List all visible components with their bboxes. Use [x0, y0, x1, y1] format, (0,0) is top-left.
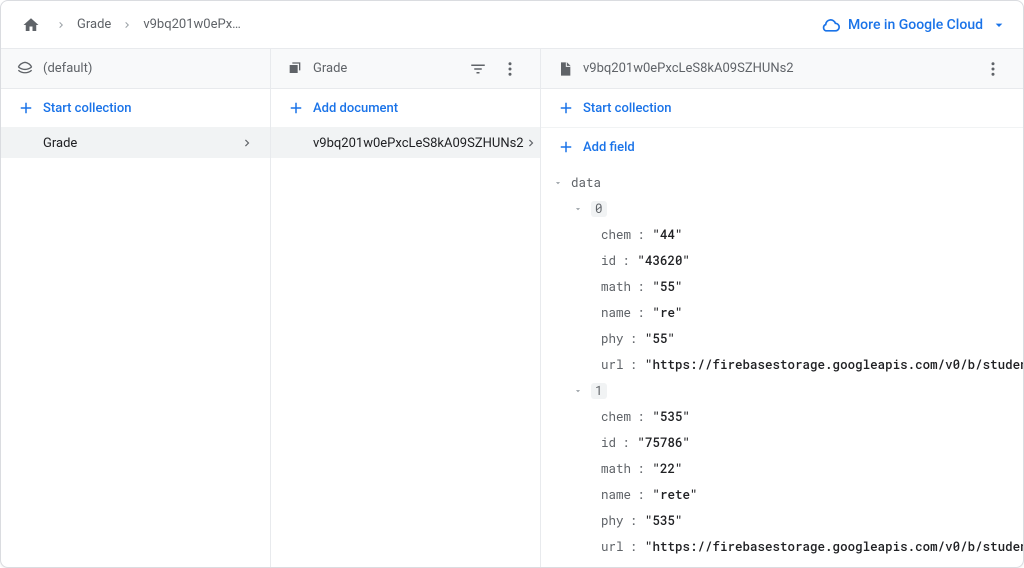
field-value: "44" [653, 227, 683, 243]
documents-list: v9bq201w0ePxcLeS8kA09SZHUNs2 [271, 128, 540, 567]
field-key: chem [601, 227, 631, 243]
add-field-button[interactable]: Add field [541, 128, 1023, 166]
more-icon[interactable] [979, 55, 1007, 83]
start-collection-button[interactable]: Start collection [541, 89, 1023, 128]
field-value: "535" [653, 409, 691, 425]
plus-icon [557, 99, 575, 117]
breadcrumb-separator [121, 19, 133, 31]
list-item-label: v9bq201w0ePxcLeS8kA09SZHUNs2 [313, 136, 524, 151]
field-row[interactable]: phy: "535" [541, 508, 1023, 534]
columns-body: Start collection Grade Add document v9bq… [1, 89, 1023, 567]
twisty-icon[interactable] [571, 386, 585, 396]
field-key: url [601, 357, 624, 373]
field-value: "22" [653, 461, 683, 477]
root-column: Start collection Grade [1, 89, 271, 567]
field-row[interactable]: phy: "55" [541, 326, 1023, 352]
cloud-link-label: More in Google Cloud [848, 17, 983, 33]
field-key: data [571, 175, 601, 191]
chevron-right-icon [524, 136, 538, 150]
field-node[interactable]: data [541, 170, 1023, 196]
root-column-header: (default) [1, 49, 271, 88]
field-value: "https://firebasestorage.googleapis.com/… [645, 357, 1023, 373]
chevron-right-icon [240, 136, 254, 150]
field-row[interactable]: math: "55" [541, 274, 1023, 300]
breadcrumb-collection[interactable]: Grade [77, 17, 111, 32]
field-key: id [601, 435, 616, 451]
array-index-node[interactable]: 1 [541, 378, 1023, 404]
twisty-icon[interactable] [551, 178, 565, 188]
more-in-google-cloud-link[interactable]: More in Google Cloud [820, 15, 1007, 35]
database-icon [17, 61, 33, 77]
add-document-button[interactable]: Add document [271, 89, 540, 128]
field-key: math [601, 461, 631, 477]
cloud-icon [820, 15, 840, 35]
breadcrumb-document[interactable]: v9bq201w0ePx… [143, 17, 241, 32]
columns-header: (default) Grade v9bq201w0ePxcLeS8kA09SZH… [1, 49, 1023, 89]
field-key: math [601, 279, 631, 295]
field-key: name [601, 487, 631, 503]
breadcrumb-bar: Grade v9bq201w0ePx… More in Google Cloud [1, 1, 1023, 49]
collection-column-title: Grade [313, 61, 347, 76]
field-row[interactable]: id: "75786" [541, 430, 1023, 456]
field-key: id [601, 253, 616, 269]
firestore-data-viewer: Grade v9bq201w0ePx… More in Google Cloud… [0, 0, 1024, 568]
plus-icon [287, 99, 305, 117]
list-item[interactable]: Grade [1, 128, 270, 158]
field-value: "https://firebasestorage.googleapis.com/… [645, 539, 1023, 555]
field-key: chem [601, 409, 631, 425]
field-row[interactable]: url: "https://firebasestorage.googleapis… [541, 534, 1023, 560]
chevron-down-icon [991, 17, 1007, 33]
action-label: Start collection [43, 101, 131, 116]
twisty-icon[interactable] [571, 204, 585, 214]
root-column-title: (default) [43, 61, 92, 76]
array-index: 0 [591, 201, 607, 217]
field-row[interactable]: chem: "535" [541, 404, 1023, 430]
field-row[interactable]: name: "rete" [541, 482, 1023, 508]
field-key: url [601, 539, 624, 555]
field-row[interactable]: math: "22" [541, 456, 1023, 482]
field-value: "43620" [638, 253, 691, 269]
field-value: "55" [653, 279, 683, 295]
field-row[interactable]: chem: "44" [541, 222, 1023, 248]
array-index-node[interactable]: 0 [541, 196, 1023, 222]
action-label: Start collection [583, 101, 671, 116]
field-key: phy [601, 331, 624, 347]
collection-column: Add document v9bq201w0ePxcLeS8kA09SZHUNs… [271, 89, 541, 567]
field-row[interactable]: id: "43620" [541, 248, 1023, 274]
list-item[interactable]: v9bq201w0ePxcLeS8kA09SZHUNs2 [271, 128, 540, 158]
action-label: Add document [313, 101, 398, 116]
field-value: "75786" [638, 435, 691, 451]
field-value: "re" [653, 305, 683, 321]
field-value: "55" [645, 331, 675, 347]
collection-icon [287, 61, 303, 77]
field-value: "rete" [653, 487, 698, 503]
start-collection-button[interactable]: Start collection [1, 89, 270, 128]
document-icon [557, 61, 573, 77]
field-key: phy [601, 513, 624, 529]
action-label: Add field [583, 140, 635, 155]
breadcrumb-separator [55, 19, 67, 31]
field-value: "535" [645, 513, 683, 529]
plus-icon [557, 138, 575, 156]
more-icon[interactable] [496, 55, 524, 83]
array-index: 1 [591, 383, 607, 399]
collections-list: Grade [1, 128, 270, 567]
filter-icon[interactable] [464, 55, 492, 83]
home-icon[interactable] [17, 11, 45, 39]
field-row[interactable]: name: "re" [541, 300, 1023, 326]
field-row[interactable]: url: "https://firebasestorage.googleapis… [541, 352, 1023, 378]
collection-column-header: Grade [271, 49, 541, 88]
document-column-title: v9bq201w0ePxcLeS8kA09SZHUNs2 [583, 61, 794, 76]
field-key: name [601, 305, 631, 321]
breadcrumb: Grade v9bq201w0ePx… [17, 11, 241, 39]
plus-icon [17, 99, 35, 117]
document-column: Start collection Add field data 0 chem: "4… [541, 89, 1023, 567]
document-column-header: v9bq201w0ePxcLeS8kA09SZHUNs2 [541, 49, 1023, 88]
list-item-label: Grade [43, 136, 77, 151]
document-fields-tree: data0chem: "44"id: "43620"math: "55"name… [541, 166, 1023, 567]
